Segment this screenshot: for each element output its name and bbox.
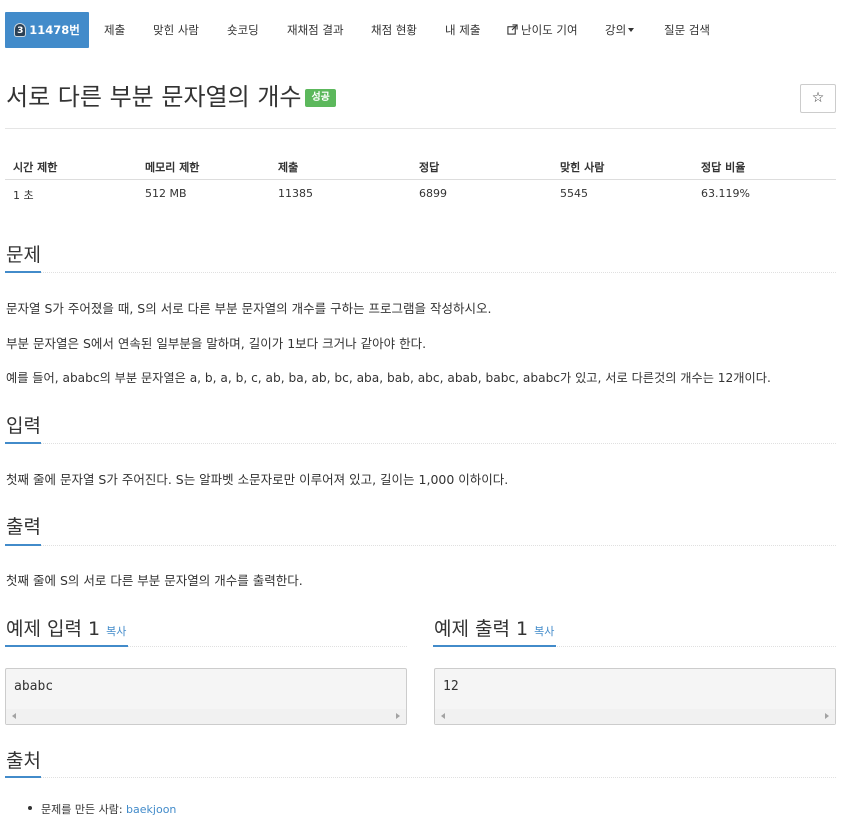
star-icon: ☆ <box>811 90 825 106</box>
source-underline <box>5 776 41 778</box>
output-heading: 출력 <box>6 516 41 538</box>
tier-icon: 3 <box>14 23 27 37</box>
value-accepted: 6899 <box>419 187 447 200</box>
description-paragraph-3: 예를 들어, ababc의 부분 문자열은 a, b, a, b, c, ab,… <box>6 371 771 385</box>
scroll-right-icon[interactable] <box>396 713 400 719</box>
header-submissions: 제출 <box>278 161 299 174</box>
value-accept-ratio: 63.119% <box>701 187 750 200</box>
nav-difficulty-vote[interactable]: 난이도 기여 <box>507 12 578 48</box>
sample-input-title: 예제 입력 1 <box>6 618 101 640</box>
status-badge: 성공 <box>305 89 336 107</box>
output-underline <box>5 544 41 546</box>
problem-title: 서로 다른 부분 문자열의 개수 <box>6 83 302 111</box>
scroll-right-icon[interactable] <box>825 713 829 719</box>
input-underline <box>5 442 41 444</box>
nav-lectures-label: 강의 <box>605 23 627 37</box>
star-button[interactable]: ☆ <box>800 84 836 113</box>
sample-input-heading: 예제 입력 1 복사 <box>6 614 126 641</box>
external-link-icon <box>507 24 518 35</box>
input-description: 첫째 줄에 문자열 S가 주어진다. S는 알파벳 소문자로만 이루어져 있고,… <box>6 472 509 487</box>
header-time-limit: 시간 제한 <box>13 161 58 174</box>
bullet-icon <box>28 806 32 810</box>
description-rule <box>5 272 836 273</box>
problem-page: 3 11478번 제출 맞힌 사람 숏코딩 재채점 결과 채점 현황 내 제출 난… <box>0 0 842 820</box>
sample-output-scrollbar[interactable] <box>435 709 835 724</box>
description-heading: 문제 <box>6 244 41 266</box>
value-solved-users: 5545 <box>560 187 588 200</box>
value-memory-limit: 512 MB <box>145 187 187 200</box>
nav-status[interactable]: 채점 현황 <box>371 12 417 48</box>
sample-output-title: 예제 출력 1 <box>434 618 529 640</box>
value-submissions: 11385 <box>278 187 313 200</box>
page-title: 서로 다른 부분 문자열의 개수 성공 <box>6 80 336 114</box>
title-divider <box>5 128 836 129</box>
nav-rejudge-results[interactable]: 재채점 결과 <box>287 12 344 48</box>
source-author-link[interactable]: baekjoon <box>126 803 176 816</box>
source-heading: 출처 <box>6 750 41 772</box>
nav-solved-users[interactable]: 맞힌 사람 <box>153 12 199 48</box>
scroll-left-icon[interactable] <box>441 713 445 719</box>
nav-question-search[interactable]: 질문 검색 <box>664 12 710 48</box>
source-list-item: 문제를 만든 사람: baekjoon <box>28 801 176 817</box>
nav-difficulty-label: 난이도 기여 <box>521 23 578 37</box>
problem-nav: 3 11478번 제출 맞힌 사람 숏코딩 재채점 결과 채점 현황 내 제출 난… <box>5 12 835 48</box>
sample-output-text: 12 <box>443 679 459 694</box>
header-accept-ratio: 정답 비율 <box>701 161 746 174</box>
scroll-left-icon[interactable] <box>12 713 16 719</box>
info-table-header: 시간 제한 메모리 제한 제출 정답 맞힌 사람 정답 비율 <box>5 154 836 180</box>
sample-input-underline <box>5 645 128 647</box>
output-description: 첫째 줄에 S의 서로 다른 부분 문자열의 개수를 출력한다. <box>6 573 303 588</box>
nav-short-coding[interactable]: 숏코딩 <box>227 12 259 48</box>
sample-output-underline <box>433 645 556 647</box>
nav-my-submissions[interactable]: 내 제출 <box>445 12 480 48</box>
header-solved-users: 맞힌 사람 <box>560 161 605 174</box>
copy-sample-input-link[interactable]: 복사 <box>106 625 126 638</box>
output-rule <box>5 545 836 546</box>
nav-submit[interactable]: 제출 <box>104 12 125 48</box>
info-table-row: 1 초 512 MB 11385 6899 5545 63.119% <box>5 182 836 210</box>
description-paragraph-1: 문자열 S가 주어졌을 때, S의 서로 다른 부분 문자열의 개수를 구하는 … <box>6 301 492 316</box>
sample-input-scrollbar[interactable] <box>6 709 406 724</box>
sample-output-heading: 예제 출력 1 복사 <box>434 614 554 641</box>
copy-sample-output-link[interactable]: 복사 <box>534 625 554 638</box>
source-rule <box>5 777 836 778</box>
nav-lectures-dropdown[interactable]: 강의 <box>605 12 635 48</box>
input-rule <box>5 443 836 444</box>
header-accepted: 정답 <box>419 161 440 174</box>
sample-output-box[interactable]: 12 <box>434 668 836 725</box>
caret-down-icon <box>628 28 635 32</box>
nav-problem-tab[interactable]: 3 11478번 <box>5 12 89 48</box>
source-prefix: 문제를 만든 사람: <box>41 803 127 816</box>
description-underline <box>5 271 41 273</box>
description-paragraph-2: 부분 문자열은 S에서 연속된 일부분을 말하며, 길이가 1보다 크거나 같아… <box>6 336 427 351</box>
value-time-limit: 1 초 <box>13 189 34 202</box>
input-heading: 입력 <box>6 415 41 437</box>
sample-input-text: ababc <box>14 679 54 694</box>
header-memory-limit: 메모리 제한 <box>145 161 200 174</box>
sample-input-box[interactable]: ababc <box>5 668 407 725</box>
problem-id: 11478번 <box>29 23 80 37</box>
